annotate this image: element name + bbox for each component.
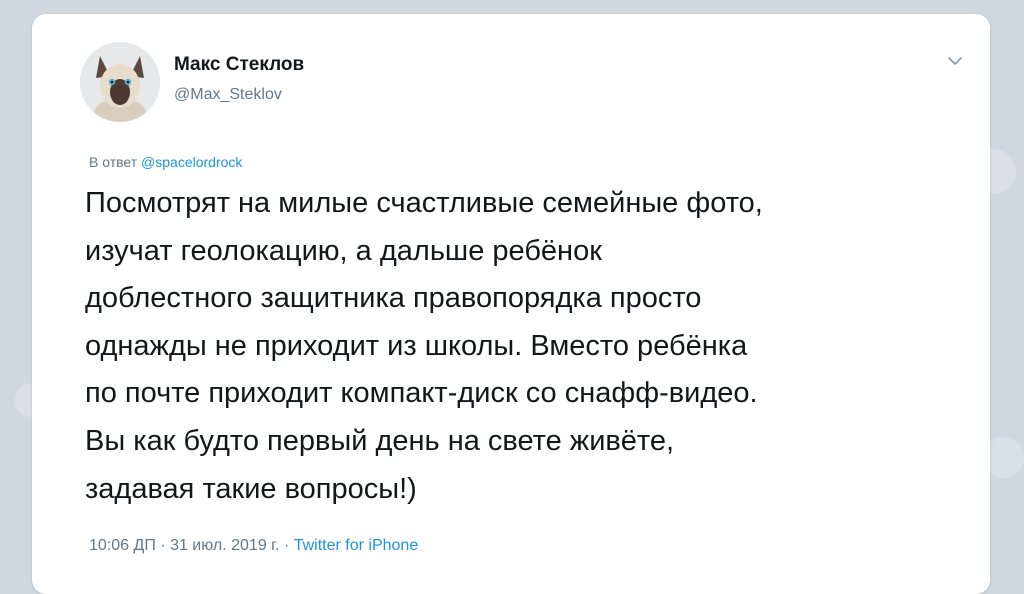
- meta-separator: ·: [283, 537, 290, 554]
- reply-mention-link[interactable]: @spacelordrock: [141, 154, 242, 170]
- tweet-card: Макс Стеклов @Max_Steklov В ответ @space…: [32, 14, 990, 594]
- author-handle[interactable]: @Max_Steklov: [174, 86, 282, 104]
- tweet-text: Посмотрят на милые счастливые семейные ф…: [85, 187, 763, 505]
- tweet-date[interactable]: 31 июл. 2019 г.: [170, 537, 279, 554]
- reply-prefix: В ответ: [89, 154, 138, 170]
- avatar[interactable]: [80, 42, 160, 122]
- chevron-down-icon[interactable]: [944, 50, 966, 72]
- meta-separator: ·: [160, 537, 166, 554]
- tweet-source-link[interactable]: Twitter for iPhone: [294, 537, 419, 554]
- author-name[interactable]: Макс Стеклов: [174, 54, 304, 76]
- cat-avatar-icon: [80, 42, 160, 122]
- tweet-time[interactable]: 10:06 ДП: [89, 537, 156, 554]
- reply-context: В ответ @spacelordrock: [89, 154, 242, 170]
- tweet-meta: 10:06 ДП · 31 июл. 2019 г. · Twitter for…: [89, 537, 418, 555]
